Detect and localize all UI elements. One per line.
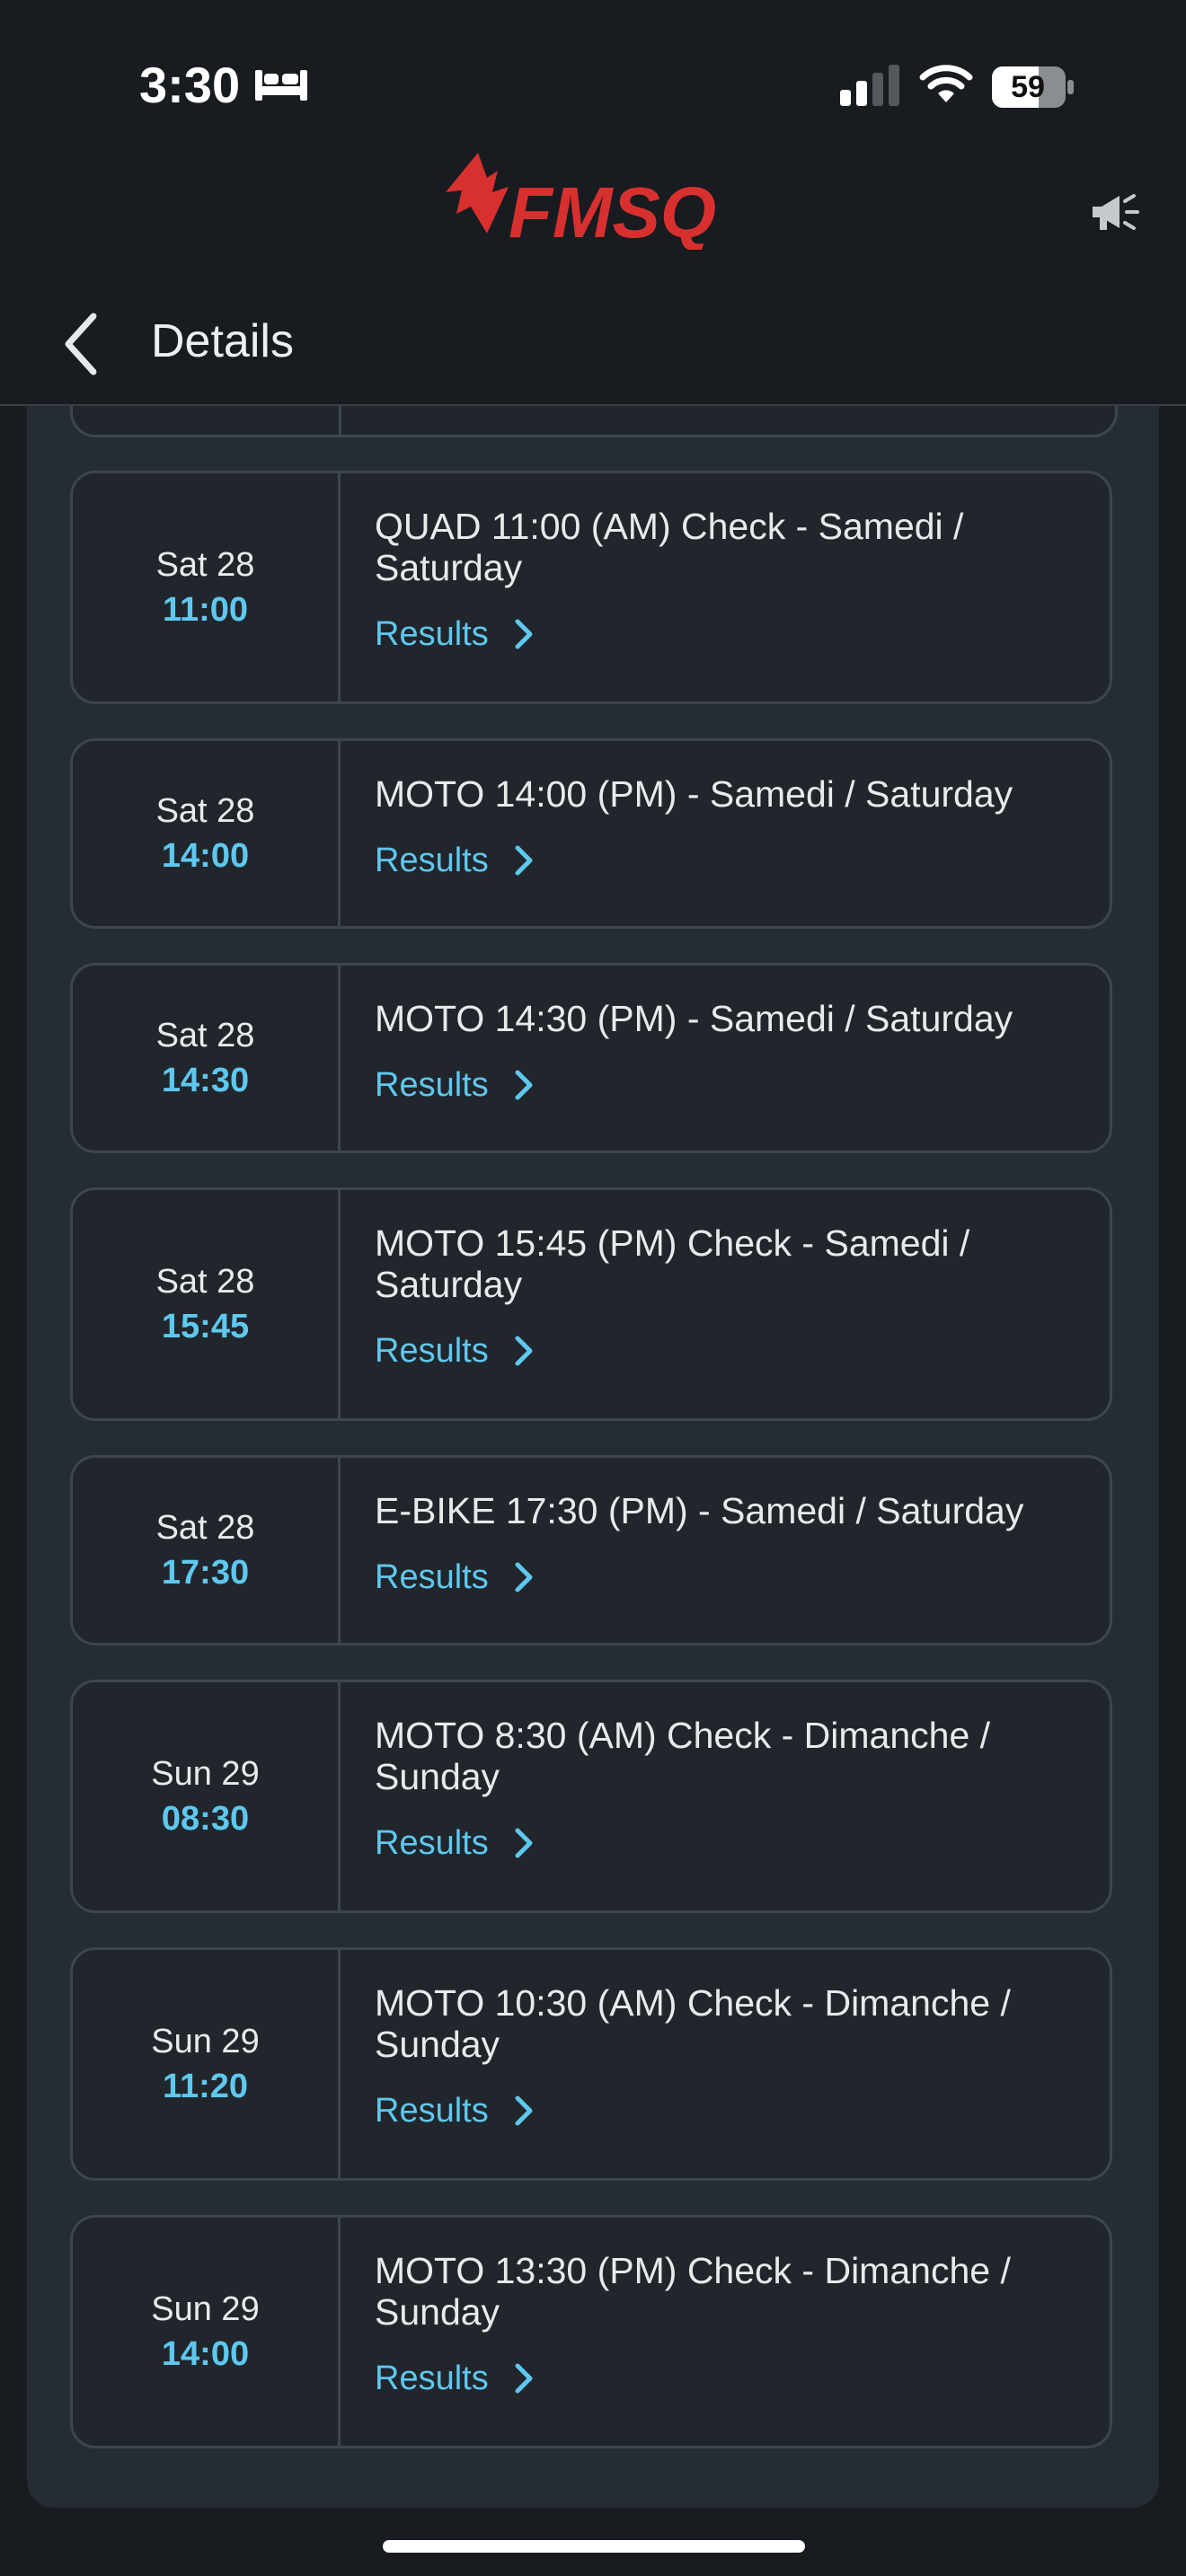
wifi-icon xyxy=(919,65,973,102)
chevron-right-icon xyxy=(515,2095,533,2126)
results-link[interactable]: Results xyxy=(375,2088,1074,2133)
event-date: Sat 28 14:00 xyxy=(73,741,341,926)
battery-indicator: 59 xyxy=(992,66,1075,108)
event-card[interactable]: Sat 28 14:00 MOTO 14:00 (PM) - Samedi / … xyxy=(70,738,1112,929)
results-label: Results xyxy=(375,2360,489,2397)
chevron-right-icon xyxy=(515,1828,533,1858)
chevron-right-icon xyxy=(515,619,533,649)
results-link[interactable]: Results xyxy=(375,2356,1074,2401)
battery-level: 59 xyxy=(1011,70,1045,104)
event-date: Sat 28 17:30 xyxy=(73,1458,341,1643)
event-day: Sat 28 xyxy=(155,1263,255,1301)
event-card[interactable]: Sun 29 11:20 MOTO 10:30 (AM) Check - Dim… xyxy=(70,1947,1112,2181)
status-time: 3:30 xyxy=(139,57,241,113)
event-card[interactable]: Sun 29 14:00 MOTO 13:30 (PM) Check - Dim… xyxy=(70,2215,1112,2448)
chevron-right-icon xyxy=(515,1562,533,1592)
results-label: Results xyxy=(375,2092,489,2130)
event-day: Sat 28 xyxy=(155,546,255,584)
megaphone-icon[interactable] xyxy=(1089,189,1141,237)
event-time: 15:45 xyxy=(161,1308,250,1345)
results-label: Results xyxy=(375,1824,489,1862)
event-date: Sat 28 14:30 xyxy=(73,966,341,1151)
event-time: 14:00 xyxy=(161,837,250,875)
event-date: Sun 29 11:20 xyxy=(73,1950,341,2178)
event-card[interactable]: Sat 28 15:45 MOTO 15:45 (PM) Check - Sam… xyxy=(70,1187,1112,1421)
results-link[interactable]: Results xyxy=(375,1555,1074,1600)
event-time: 14:30 xyxy=(161,1062,250,1099)
chevron-right-icon xyxy=(515,1070,533,1100)
results-link[interactable]: Results xyxy=(375,1328,1074,1373)
event-date: Sat 28 15:45 xyxy=(73,1190,341,1418)
event-card[interactable]: Sat 28 11:00 QUAD 11:00 (AM) Check - Sam… xyxy=(70,471,1112,704)
results-label: Results xyxy=(375,1558,489,1596)
event-day: Sun 29 xyxy=(151,2290,260,2328)
nav-bar: Details xyxy=(0,287,1186,406)
event-title: MOTO 8:30 (AM) Check - Dimanche / Sunday xyxy=(375,1715,991,1797)
event-card[interactable]: Sat 28 14:30 MOTO 14:30 (PM) - Samedi / … xyxy=(70,963,1112,1153)
results-link[interactable]: Results xyxy=(375,838,1074,883)
bed-icon xyxy=(255,70,307,101)
results-label: Results xyxy=(375,1066,489,1104)
event-day: Sun 29 xyxy=(151,2023,260,2060)
event-title: MOTO 14:00 (PM) - Samedi / Saturday xyxy=(375,773,1013,815)
results-link[interactable]: Results xyxy=(375,1821,1074,1866)
event-day: Sat 28 xyxy=(155,1509,255,1547)
event-card[interactable]: Sat 28 17:30 E-BIKE 17:30 (PM) - Samedi … xyxy=(70,1455,1112,1645)
event-time: 17:30 xyxy=(161,1554,250,1592)
back-chevron-icon[interactable] xyxy=(59,311,104,377)
event-time: 08:30 xyxy=(161,1800,250,1838)
event-card[interactable]: Sun 29 08:30 MOTO 8:30 (AM) Check - Dima… xyxy=(70,1680,1112,1913)
event-day: Sat 28 xyxy=(155,1017,255,1054)
event-title: E-BIKE 17:30 (PM) - Samedi / Saturday xyxy=(375,1490,1024,1531)
chevron-right-icon xyxy=(515,1336,533,1366)
event-day: Sat 28 xyxy=(155,792,255,830)
cellular-signal-icon xyxy=(840,65,899,106)
event-time: 11:20 xyxy=(162,2068,249,2105)
results-link[interactable]: Results xyxy=(375,1063,1074,1107)
event-day: Sun 29 xyxy=(151,1755,260,1793)
event-title: MOTO 15:45 (PM) Check - Samedi / Saturda… xyxy=(375,1222,970,1305)
event-title: MOTO 14:30 (PM) - Samedi / Saturday xyxy=(375,998,1013,1039)
event-time: 11:00 xyxy=(162,591,249,629)
status-bar: 3:30 59 xyxy=(0,0,1186,144)
event-date: Sun 29 14:00 xyxy=(73,2218,341,2446)
event-title: QUAD 11:00 (AM) Check - Samedi / Saturda… xyxy=(375,506,964,588)
event-date: Sat 28 11:00 xyxy=(73,473,341,701)
chevron-right-icon xyxy=(515,845,533,876)
event-title: MOTO 10:30 (AM) Check - Dimanche / Sunda… xyxy=(375,1982,1011,2065)
results-label: Results xyxy=(375,1332,489,1370)
event-card-partial xyxy=(70,406,1118,437)
chevron-right-icon xyxy=(515,2363,533,2394)
fmsq-logo: FMSQ xyxy=(446,153,716,250)
results-link[interactable]: Results xyxy=(375,612,1074,657)
brand-text: FMSQ xyxy=(509,172,716,250)
event-date: Sun 29 08:30 xyxy=(73,1682,341,1910)
events-panel: Sat 28 11:00 QUAD 11:00 (AM) Check - Sam… xyxy=(27,406,1159,2508)
page-title: Details xyxy=(151,315,294,367)
event-time: 14:00 xyxy=(161,2335,250,2373)
event-title: MOTO 13:30 (PM) Check - Dimanche / Sunda… xyxy=(375,2250,1011,2333)
home-indicator[interactable] xyxy=(383,2540,805,2553)
results-label: Results xyxy=(375,615,489,653)
results-label: Results xyxy=(375,842,489,879)
